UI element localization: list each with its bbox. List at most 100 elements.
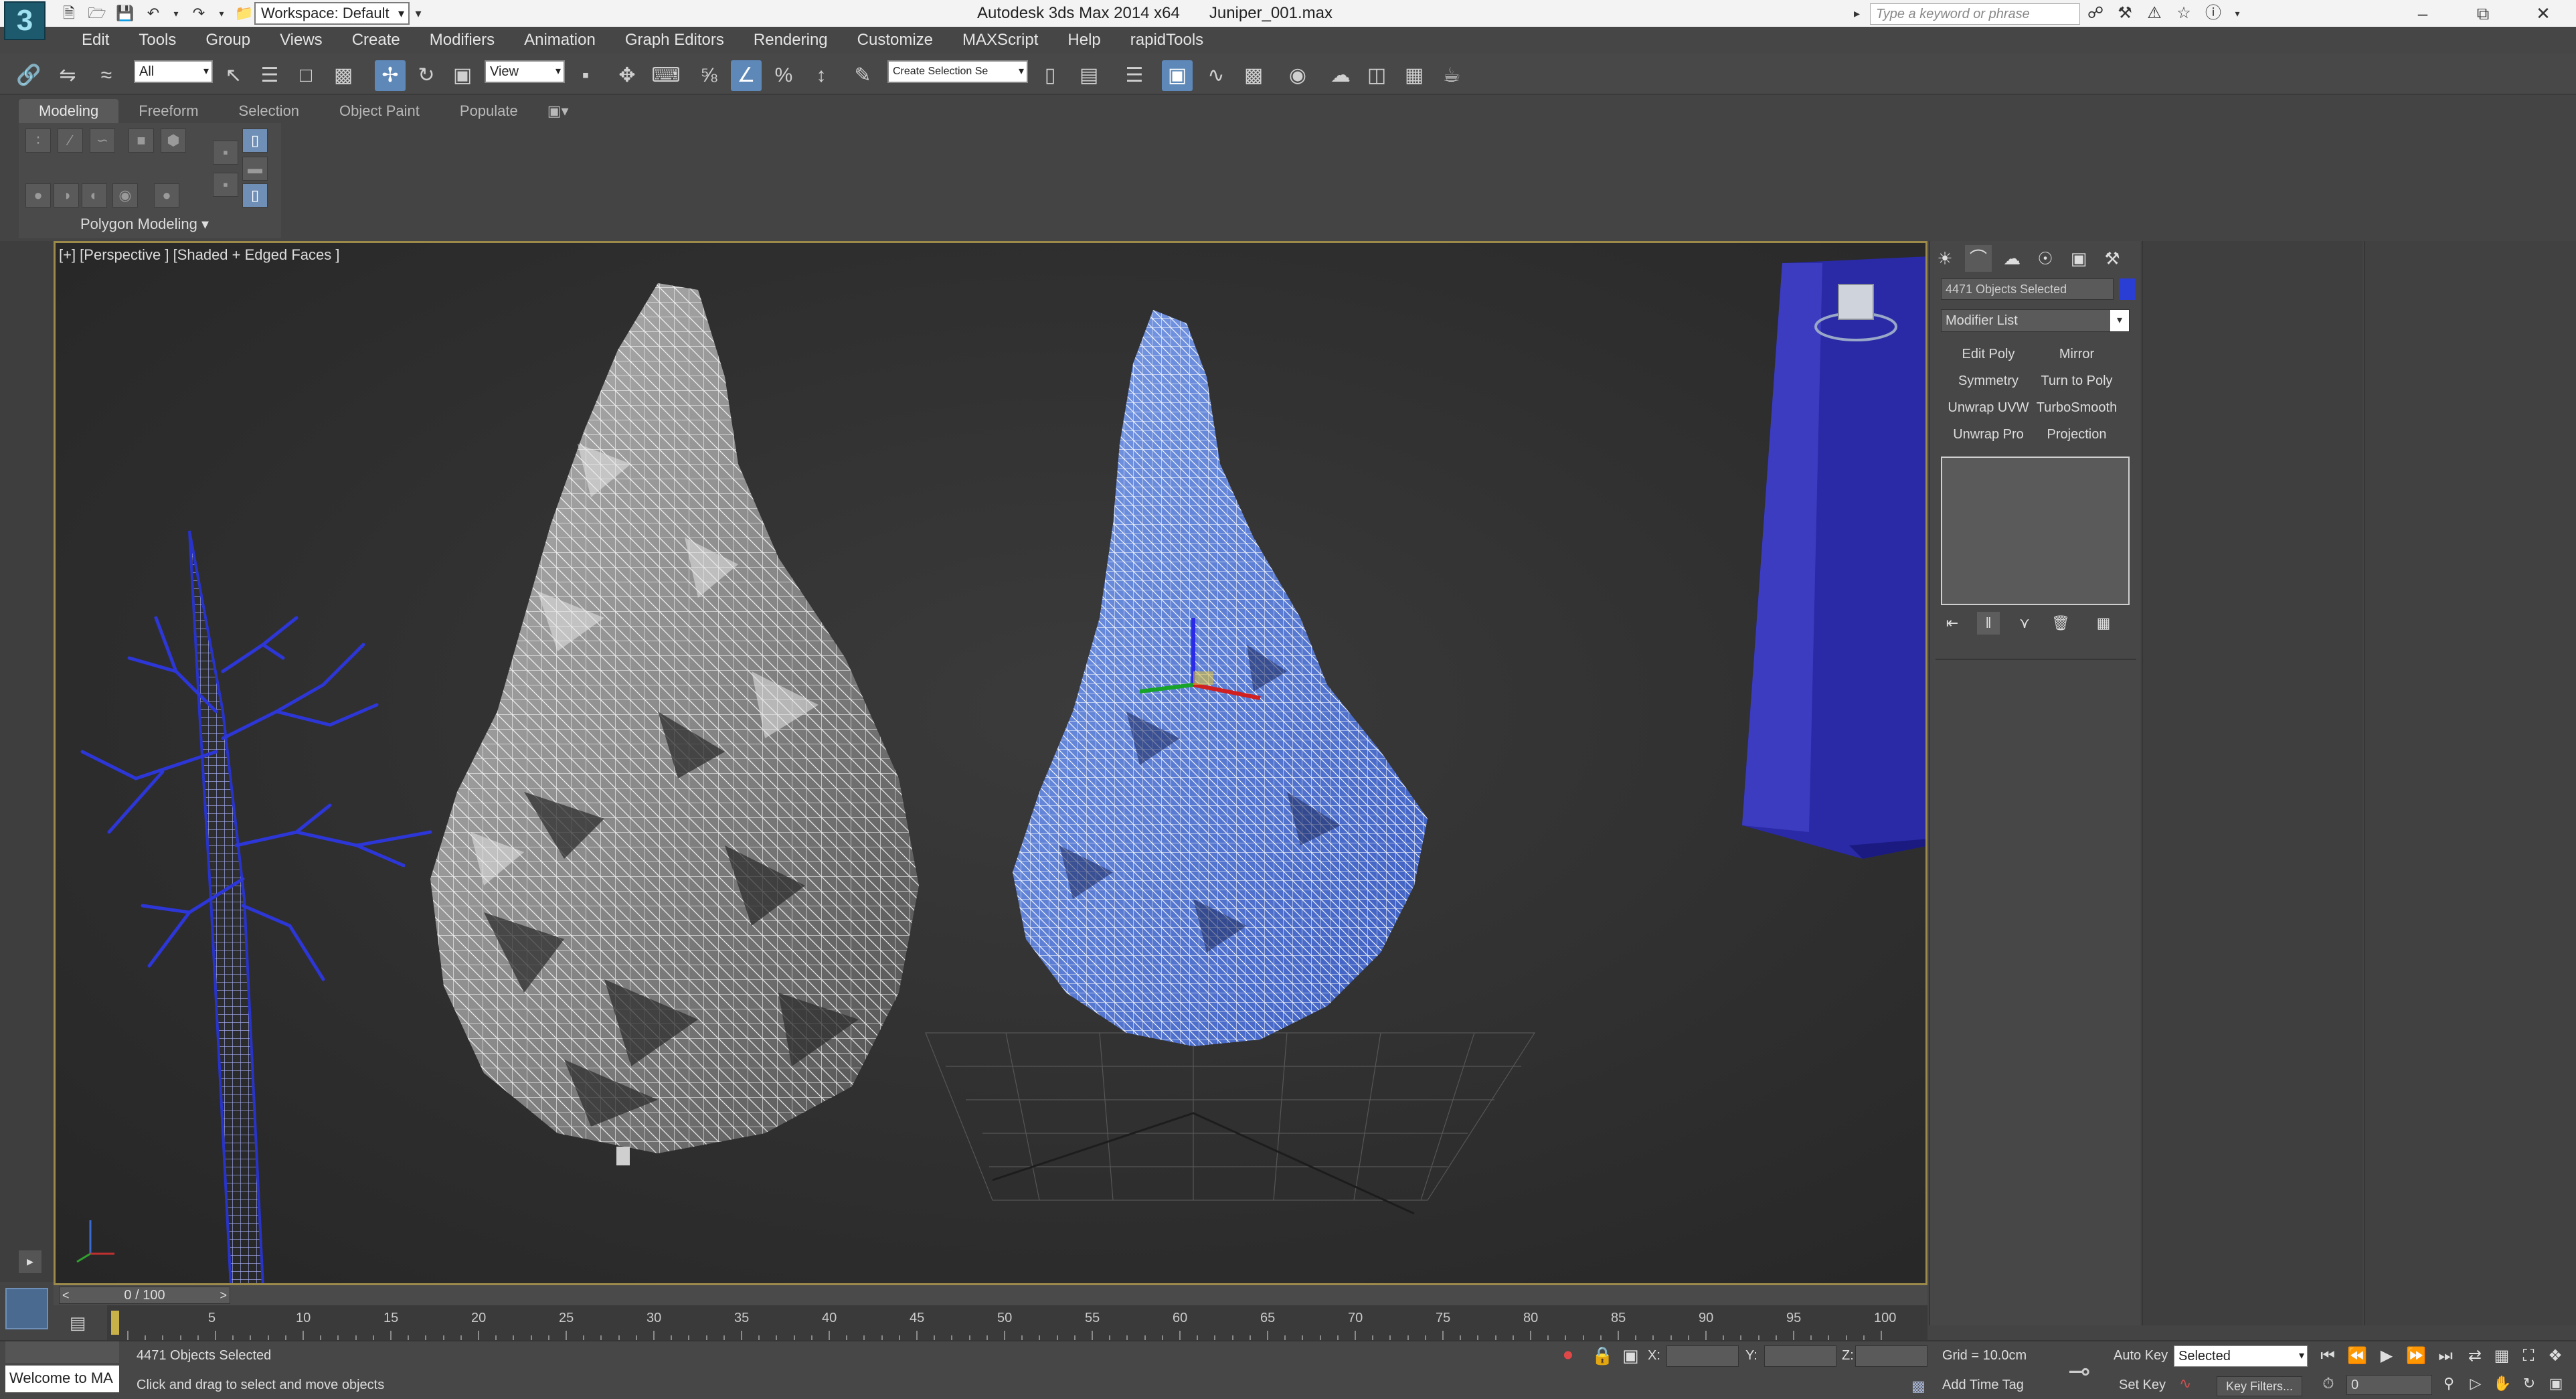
align-icon[interactable]: ▤ xyxy=(1074,60,1104,91)
orbit-icon[interactable]: ↻ xyxy=(2519,1374,2539,1394)
menu-tools[interactable]: Tools xyxy=(124,27,191,54)
show-end-result-icon[interactable]: ▬ xyxy=(242,157,268,181)
maxscript-mini-listener[interactable]: Welcome to MA xyxy=(5,1366,119,1392)
material-editor-icon[interactable]: ◉ xyxy=(1282,60,1313,91)
app-logo-icon[interactable]: 3 xyxy=(4,1,46,40)
tab-selection[interactable]: Selection xyxy=(219,99,320,123)
undo-dropdown-icon[interactable]: ▾ xyxy=(171,3,181,23)
turn-to-poly-button[interactable]: Turn to Poly xyxy=(2035,369,2119,392)
curve-editor-icon[interactable]: ∿ xyxy=(1201,60,1231,91)
preview-multi-icon[interactable]: ◐ xyxy=(82,183,107,208)
named-selection-select[interactable]: Create Selection Se ▾ xyxy=(887,60,1028,83)
make-unique-icon[interactable]: ⋎ xyxy=(2013,612,2036,635)
texture-tool-icon[interactable]: ▦ xyxy=(1399,60,1430,91)
preview-off-icon[interactable]: ● xyxy=(25,183,51,208)
unwrap-uvw-button[interactable]: Unwrap UVW xyxy=(1946,396,2031,419)
symmetry-button[interactable]: Symmetry xyxy=(1946,369,2031,392)
modifier-list-select[interactable]: Modifier List ▾ xyxy=(1941,309,2130,332)
mirror-icon[interactable]: ▯ xyxy=(1035,60,1065,91)
menu-views[interactable]: Views xyxy=(265,27,337,54)
restore-icon[interactable]: ⧉ xyxy=(2470,0,2496,27)
add-time-tag-button[interactable]: Add Time Tag xyxy=(1942,1378,2024,1393)
z-coord-input[interactable] xyxy=(1855,1345,1927,1367)
select-and-rotate-icon[interactable]: ↻ xyxy=(411,60,442,91)
pivot-center-icon[interactable]: ▪ xyxy=(570,60,601,91)
redo-dropdown-icon[interactable]: ▾ xyxy=(217,3,226,23)
display-tab-icon[interactable]: ▣ xyxy=(2065,245,2092,272)
next-frame-icon[interactable]: ⏩ xyxy=(2405,1345,2427,1367)
field-of-view-icon[interactable]: ❖ xyxy=(2545,1345,2566,1367)
use-nurms-icon[interactable]: ● xyxy=(154,183,179,208)
perspective-viewport[interactable] xyxy=(54,241,1927,1285)
maxscript-listener-bar[interactable] xyxy=(5,1341,119,1363)
unwrap-pro-button[interactable]: Unwrap Pro xyxy=(1946,423,2031,446)
link-icon[interactable]: 🔗 xyxy=(13,60,44,91)
keyboard-shortcut-override-icon[interactable]: ⌨ xyxy=(651,60,681,91)
border-mode-icon[interactable]: ∽ xyxy=(90,129,115,153)
menu-maxscript[interactable]: MAXScript xyxy=(948,27,1053,54)
bind-space-warp-icon[interactable]: ≈ xyxy=(91,60,122,91)
reference-coordinate-select[interactable]: View ▾ xyxy=(485,60,565,83)
vertex-mode-icon[interactable]: ∶ xyxy=(25,129,51,153)
absolute-mode-transform-icon[interactable]: ▣ xyxy=(1622,1345,1639,1366)
render-setup-icon[interactable]: ☁ xyxy=(1325,60,1356,91)
object-color-swatch[interactable] xyxy=(2119,278,2135,300)
unlink-icon[interactable]: ⇋ xyxy=(52,60,83,91)
current-frame-input[interactable]: 0 xyxy=(2346,1375,2432,1395)
pin-stack-icon[interactable]: ⇤ xyxy=(1941,612,1964,635)
percent-snap-icon[interactable]: % xyxy=(768,60,799,91)
auto-key-button[interactable]: Auto Key xyxy=(2114,1348,2168,1364)
current-frame-marker[interactable] xyxy=(111,1311,119,1335)
maximize-viewport-icon[interactable]: ⛶ xyxy=(2518,1345,2539,1367)
collapse-stack-icon[interactable]: ▪ xyxy=(213,173,238,197)
select-and-move-icon[interactable]: ✢ xyxy=(375,60,406,91)
track-bar-toggle-icon[interactable]: ▤ xyxy=(64,1311,91,1335)
expand-viewport-icon[interactable]: ▸ xyxy=(19,1250,41,1273)
show-end-result-icon[interactable]: ‖ xyxy=(1977,612,2000,635)
tab-freeform[interactable]: Freeform xyxy=(118,99,218,123)
track-bar[interactable]: 5 10 15 20 25 30 35 40 45 50 55 60 65 70 75 80 85 90 95 100 xyxy=(107,1305,1927,1340)
spinner-snap-icon[interactable]: ↕ xyxy=(806,60,837,91)
select-manipulate-icon[interactable]: ✥ xyxy=(612,60,642,91)
previous-frame-arrow-icon[interactable]: < xyxy=(62,1287,70,1303)
zoom-icon[interactable]: ⚲ xyxy=(2439,1374,2459,1394)
menu-rapidtools[interactable]: rapidTools xyxy=(1116,27,1218,54)
subscription-icon[interactable]: ⚒ xyxy=(2115,3,2135,23)
save-icon[interactable]: 💾 xyxy=(115,3,135,23)
pan-hand-icon[interactable]: ✋ xyxy=(2492,1374,2512,1394)
key-filters-button[interactable]: Key Filters... xyxy=(2217,1376,2302,1396)
menu-modifiers[interactable]: Modifiers xyxy=(415,27,509,54)
polygon-mode-icon[interactable]: ■ xyxy=(128,129,154,153)
menu-group[interactable]: Group xyxy=(191,27,265,54)
select-and-scale-icon[interactable]: ▣ xyxy=(447,60,478,91)
tab-populate[interactable]: Populate xyxy=(440,99,538,123)
element-mode-icon[interactable]: ⬢ xyxy=(161,129,186,153)
angle-snap-icon[interactable]: ∠ xyxy=(731,60,762,91)
close-icon[interactable]: ✕ xyxy=(2530,0,2557,27)
set-key-mode-icon[interactable]: ⊸ xyxy=(2068,1356,2091,1387)
y-coord-input[interactable] xyxy=(1764,1345,1836,1367)
zoom-all-icon[interactable]: ▷ xyxy=(2466,1374,2486,1394)
menu-rendering[interactable]: Rendering xyxy=(739,27,843,54)
search-input[interactable]: Type a keyword or phrase xyxy=(1870,3,2080,25)
zoom-extents-all-icon[interactable]: ▦ xyxy=(2491,1345,2512,1367)
rectangular-selection-icon[interactable]: □ xyxy=(290,60,321,91)
undo-icon[interactable]: ↶ xyxy=(143,3,163,23)
time-slider[interactable]: < 0 / 100 > xyxy=(59,1287,230,1304)
select-by-name-icon[interactable]: ☰ xyxy=(254,60,285,91)
menu-graph-editors[interactable]: Graph Editors xyxy=(610,27,739,54)
customize-quick-access-icon[interactable]: ▾ xyxy=(411,2,426,25)
create-tab-icon[interactable]: ☀ xyxy=(1931,245,1958,272)
favorites-star-icon[interactable]: ☆ xyxy=(2174,3,2194,23)
selection-filter-select[interactable]: All ▾ xyxy=(134,60,213,83)
tab-modeling[interactable]: Modeling xyxy=(19,99,119,123)
selection-lock-icon[interactable]: 🔒 xyxy=(1592,1345,1613,1366)
time-tag-icon[interactable]: ▩ xyxy=(1911,1378,1925,1395)
x-coord-input[interactable] xyxy=(1666,1345,1739,1367)
menu-customize[interactable]: Customize xyxy=(843,27,948,54)
search-expand-icon[interactable]: ▸ xyxy=(1854,4,1865,23)
ignore-backfacing-icon[interactable]: ◉ xyxy=(112,183,138,208)
projection-button[interactable]: Projection xyxy=(2035,423,2119,446)
new-file-icon[interactable]: 🗎 xyxy=(59,3,79,23)
polygon-modeling-label[interactable]: Polygon Modeling ▾ xyxy=(80,216,209,233)
